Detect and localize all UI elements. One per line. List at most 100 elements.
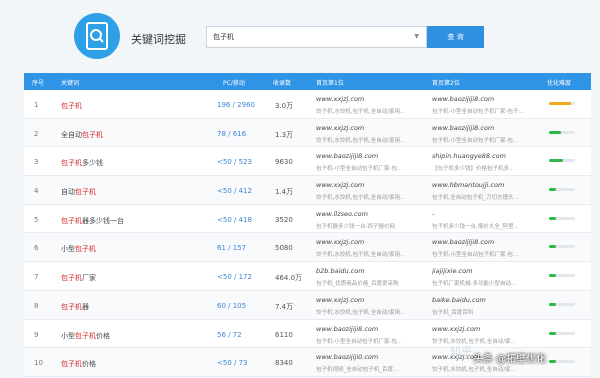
- rank2-url[interactable]: www.xxjzj.com: [432, 325, 544, 333]
- rank2-url[interactable]: -: [432, 210, 544, 218]
- rank1-url[interactable]: www.baozijiji8.com: [316, 152, 424, 160]
- difficulty-bar: [549, 245, 575, 249]
- pc-mobile-volume[interactable]: <50 / 73: [217, 359, 277, 367]
- keyword-suffix: 价格: [96, 331, 110, 340]
- pc-mobile-volume[interactable]: 78 / 616: [217, 130, 277, 138]
- rank2-url[interactable]: www.baozijiji8.com: [432, 124, 544, 132]
- keyword-suffix: 器: [82, 302, 89, 311]
- rank2-title: 饺子机,水饺机,包子机,全自动/家...: [432, 367, 516, 374]
- keyword-highlight: 包子机: [75, 331, 96, 340]
- keyword-link[interactable]: 包子机: [61, 101, 82, 111]
- rank2-url[interactable]: www.hbmantoujji.com: [432, 181, 544, 189]
- rank2-cell: www.baozijiji8.com 包子机-小型全自动包子机厂家-包子...: [432, 95, 544, 115]
- rank2-url[interactable]: www.baozijiji8.com: [432, 238, 544, 246]
- keyword-highlight: 包子机: [61, 159, 82, 168]
- keyword-link[interactable]: 自动包子机: [61, 187, 96, 197]
- keyword-highlight: 包子机: [61, 360, 82, 369]
- pc-mobile-volume[interactable]: <50 / 523: [217, 158, 277, 166]
- rank2-title: 饺子机,水饺机,包子机,全自动/家...: [432, 338, 516, 345]
- rank2-url[interactable]: shipin.huangye88.com: [432, 152, 544, 160]
- indexed-count: 9630: [275, 158, 293, 167]
- indexed-count: 3520: [275, 215, 293, 224]
- rank1-title: 饺子机,水饺机,包子机,全自动/家用...: [316, 309, 406, 316]
- chevron-down-icon[interactable]: ▼: [414, 33, 419, 40]
- col-header-keyword: 关键词: [61, 80, 80, 87]
- difficulty-bar: [549, 302, 575, 306]
- rank1-title: 包子机视频_全自动包子机_百度...: [316, 367, 399, 374]
- rank1-cell: www.xxjzj.com 饺子机,水饺机,包子机,全自动/家用...: [316, 296, 424, 316]
- rank2-title: 【包子机多少钱】价格包子机多...: [432, 166, 515, 173]
- rank1-url[interactable]: www.xxjzj.com: [316, 124, 424, 132]
- difficulty-bar: [549, 188, 575, 192]
- rank1-url[interactable]: b2b.baidu.com: [316, 267, 424, 275]
- rank1-title: 包子机-小型全自动包子机厂家-包...: [316, 338, 403, 345]
- pc-mobile-volume[interactable]: 196 / 2960: [217, 101, 277, 109]
- indexed-count: 8340: [275, 359, 293, 368]
- rank2-url[interactable]: jiajijixie.com: [432, 267, 544, 275]
- rank1-url[interactable]: www.xxjzj.com: [316, 296, 424, 304]
- keyword-input[interactable]: [207, 27, 397, 47]
- rank1-url[interactable]: www.baozijiji8.com: [316, 325, 424, 333]
- difficulty-bar: [549, 216, 575, 220]
- rank1-title: 饺子机,水饺机,包子机,全自动/家用...: [316, 252, 406, 259]
- rank1-title: 饺子机,水饺机,包子机,全自动/家用...: [316, 195, 406, 202]
- keyword-suffix: 器多少钱一台: [82, 216, 124, 225]
- table-row: 9 小型包子机价格 56 / 72 6110 www.baozijiji8.com 包子机…: [24, 319, 591, 349]
- row-index: 7: [34, 273, 39, 282]
- table-body: 1 包子机 196 / 2960 3.0万 www.xxjzj.com 饺子机,水饺机,包…: [24, 90, 591, 377]
- keyword-highlight: 包子机: [75, 188, 96, 197]
- row-index: 1: [34, 101, 39, 109]
- keyword-highlight: 包子机: [61, 302, 82, 311]
- keyword-link[interactable]: 全自动包子机: [61, 130, 103, 140]
- watermark-author: 头条 @拓壁优化: [473, 354, 547, 365]
- rank2-url[interactable]: www.baozijiji8.com: [432, 95, 544, 103]
- rank1-url[interactable]: www.baozijiji0.com: [316, 353, 424, 361]
- rank2-cell: www.hbmantoujji.com 包子机,全自动包子机_刀切方馒头...: [432, 181, 544, 201]
- rank1-title: 包子机_优质商品价格_百度爱采购: [316, 281, 399, 288]
- keyword-link[interactable]: 包子机价格: [61, 359, 96, 369]
- rank1-title: 饺子机,水饺机,包子机,全自动/家用...: [316, 109, 406, 115]
- pc-mobile-volume[interactable]: 56 / 72: [217, 331, 277, 339]
- rank1-url[interactable]: www.xxjzj.com: [316, 181, 424, 189]
- rank2-title: 包子机,全自动包子机_刀切方馒头...: [432, 195, 519, 202]
- rank2-title: 包子机-小型全自动包子机厂家-包...: [432, 252, 519, 259]
- rank2-cell: - 包子机多少钱一台,报价大全_阿里...: [432, 210, 544, 230]
- table-row: 8 包子机器 60 / 105 7.4万 www.xxjzj.com 饺子机,水饺机,包子…: [24, 290, 591, 320]
- keyword-link[interactable]: 小型包子机价格: [61, 331, 110, 341]
- keyword-link[interactable]: 包子机器: [61, 302, 89, 312]
- rank1-cell: b2b.baidu.com 包子机_优质商品价格_百度爱采购: [316, 267, 424, 287]
- pc-mobile-volume[interactable]: <50 / 412: [217, 187, 277, 195]
- rank1-cell: www.baozijiji8.com 包子机-小型全自动包子机厂家-包...: [316, 152, 424, 172]
- rank1-url[interactable]: www.xxjzj.com: [316, 238, 424, 246]
- rank1-cell: www.xxjzj.com 饺子机,水饺机,包子机,全自动/家用...: [316, 238, 424, 258]
- keyword-link[interactable]: 包子机厂家: [61, 273, 96, 283]
- keyword-highlight: 包子机: [61, 102, 82, 110]
- keyword-link[interactable]: 包子机器多少钱一台: [61, 216, 124, 226]
- row-index: 6: [34, 244, 39, 253]
- difficulty-fill: [549, 159, 564, 163]
- pc-mobile-volume[interactable]: 61 / 157: [217, 244, 277, 252]
- keyword-link[interactable]: 小型包子机: [61, 244, 96, 254]
- rank2-url[interactable]: baike.baidu.com: [432, 296, 544, 304]
- pc-mobile-volume[interactable]: <50 / 418: [217, 216, 277, 224]
- keyword-link[interactable]: 包子机多少钱: [61, 158, 103, 168]
- rank1-url[interactable]: www.llzseo.com: [316, 210, 424, 218]
- pc-mobile-volume[interactable]: <50 / 172: [217, 273, 277, 281]
- row-index: 4: [34, 187, 39, 196]
- table-row: 6 小型包子机 61 / 157 5080 www.xxjzj.com 饺子机,水饺机,包…: [24, 233, 591, 263]
- pc-mobile-volume[interactable]: 60 / 105: [217, 302, 277, 310]
- difficulty-bar: [549, 102, 575, 105]
- rank2-cell: www.xxjzj.com 饺子机,水饺机,包子机,全自动/家...: [432, 325, 544, 345]
- indexed-count: 3.0万: [275, 102, 294, 110]
- table-row: 1 包子机 196 / 2960 3.0万 www.xxjzj.com 饺子机,水饺机,包…: [24, 90, 591, 119]
- rank1-cell: www.xxjzj.com 饺子机,水饺机,包子机,全自动/家用...: [316, 95, 424, 115]
- query-button[interactable]: 查 询: [427, 26, 484, 48]
- difficulty-bar: [549, 159, 575, 163]
- keyword-search-box[interactable]: ▼: [206, 26, 427, 48]
- rank1-url[interactable]: www.xxjzj.com: [316, 95, 424, 103]
- rank1-cell: www.baozijiji0.com 包子机视频_全自动包子机_百度...: [316, 353, 424, 373]
- indexed-count: 5080: [275, 244, 293, 253]
- row-index: 10: [34, 359, 43, 368]
- keyword-suffix: 多少钱: [82, 159, 103, 168]
- col-header-pc-mobile: PC/移动: [223, 80, 245, 87]
